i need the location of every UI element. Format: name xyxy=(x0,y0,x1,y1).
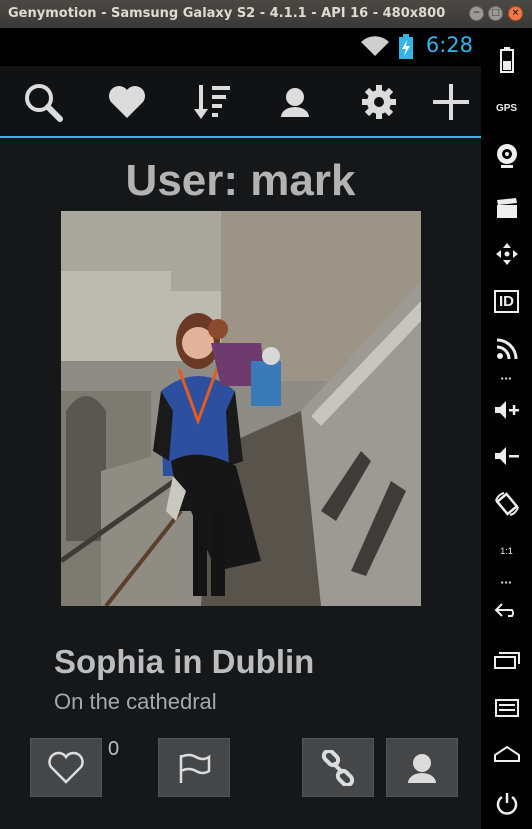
dpad-control[interactable] xyxy=(481,234,532,274)
user-icon xyxy=(408,753,436,783)
clapper-icon xyxy=(496,198,517,218)
photo-caption: On the cathedral xyxy=(54,689,217,714)
status-clock: 6:28 xyxy=(425,33,473,57)
cathedral-photo xyxy=(61,211,421,606)
flag-icon xyxy=(179,753,211,783)
menu-icon xyxy=(494,699,519,717)
screencast-control[interactable] xyxy=(481,188,532,228)
settings-button[interactable] xyxy=(355,78,403,126)
id-icon: ID xyxy=(494,289,519,313)
maximize-button[interactable]: □ xyxy=(488,6,503,21)
home-button[interactable] xyxy=(481,734,532,774)
gps-icon: GPS xyxy=(495,102,518,114)
volume-up-icon xyxy=(494,401,519,419)
window-title: Genymotion - Samsung Galaxy S2 - 4.1.1 -… xyxy=(8,6,448,21)
recent-apps-button[interactable] xyxy=(481,640,532,680)
plus-icon xyxy=(433,84,469,120)
user-icon xyxy=(281,88,309,117)
rotate-button[interactable] xyxy=(481,484,532,524)
window-titlebar: Genymotion - Samsung Galaxy S2 - 4.1.1 -… xyxy=(0,0,532,28)
sort-icon xyxy=(194,85,230,119)
battery-icon xyxy=(399,34,413,59)
photo-title: Sophia in Dublin xyxy=(54,643,315,680)
gps-control[interactable]: GPS xyxy=(481,88,532,128)
link-icon xyxy=(321,749,355,786)
wifi-icon xyxy=(361,36,389,56)
gear-icon xyxy=(362,85,396,119)
photo-detail: User: mark Sophia in Dublin On the cathe… xyxy=(0,138,481,829)
page-title: User: mark xyxy=(125,156,356,205)
close-button[interactable]: × xyxy=(508,6,523,21)
volume-down-icon xyxy=(494,447,519,465)
device-screen: 6:28 User: mark Sophia in Dublin On the … xyxy=(0,28,481,829)
rss-icon xyxy=(496,338,517,360)
volume-up-button[interactable] xyxy=(481,390,532,430)
power-button[interactable] xyxy=(481,784,532,824)
back-icon xyxy=(494,603,514,617)
heart-icon xyxy=(109,86,145,118)
move-icon xyxy=(495,243,518,265)
profile-button[interactable] xyxy=(271,78,319,126)
separator: ▪▪▪ xyxy=(500,374,513,383)
sort-button[interactable] xyxy=(188,78,236,126)
report-button[interactable] xyxy=(158,738,230,797)
fullscreen-icon: 1:1 xyxy=(500,546,513,556)
status-bar: 6:28 xyxy=(0,28,481,66)
add-button[interactable] xyxy=(427,78,475,126)
network-control[interactable] xyxy=(481,329,532,369)
home-icon xyxy=(493,746,520,762)
power-icon xyxy=(496,793,517,815)
heart-icon xyxy=(48,751,84,784)
author-profile-button[interactable] xyxy=(386,738,458,797)
back-button[interactable] xyxy=(481,590,532,630)
volume-down-button[interactable] xyxy=(481,436,532,476)
search-icon xyxy=(25,84,63,122)
menu-button[interactable] xyxy=(481,688,532,728)
action-bar xyxy=(0,66,481,138)
recent-apps-icon xyxy=(493,652,520,669)
rotate-icon xyxy=(494,492,519,516)
emulator-toolbar: GPS ID ▪▪▪ 1:1 ▪▪▪ xyxy=(481,28,532,829)
like-button[interactable] xyxy=(30,738,102,797)
search-button[interactable] xyxy=(19,78,67,126)
photo-image[interactable] xyxy=(61,211,421,606)
minimize-button[interactable]: − xyxy=(469,6,484,21)
webcam-icon xyxy=(496,144,517,168)
battery-control[interactable] xyxy=(481,40,532,80)
webcam-control[interactable] xyxy=(481,136,532,176)
separator: ▪▪▪ xyxy=(500,578,513,587)
favorites-button[interactable] xyxy=(103,78,151,126)
pixel-perfect-button[interactable]: 1:1 xyxy=(481,531,532,571)
device-id-control[interactable]: ID xyxy=(481,281,532,321)
battery-icon xyxy=(499,47,514,73)
like-count: 0 xyxy=(108,738,120,760)
share-link-button[interactable] xyxy=(302,738,374,797)
